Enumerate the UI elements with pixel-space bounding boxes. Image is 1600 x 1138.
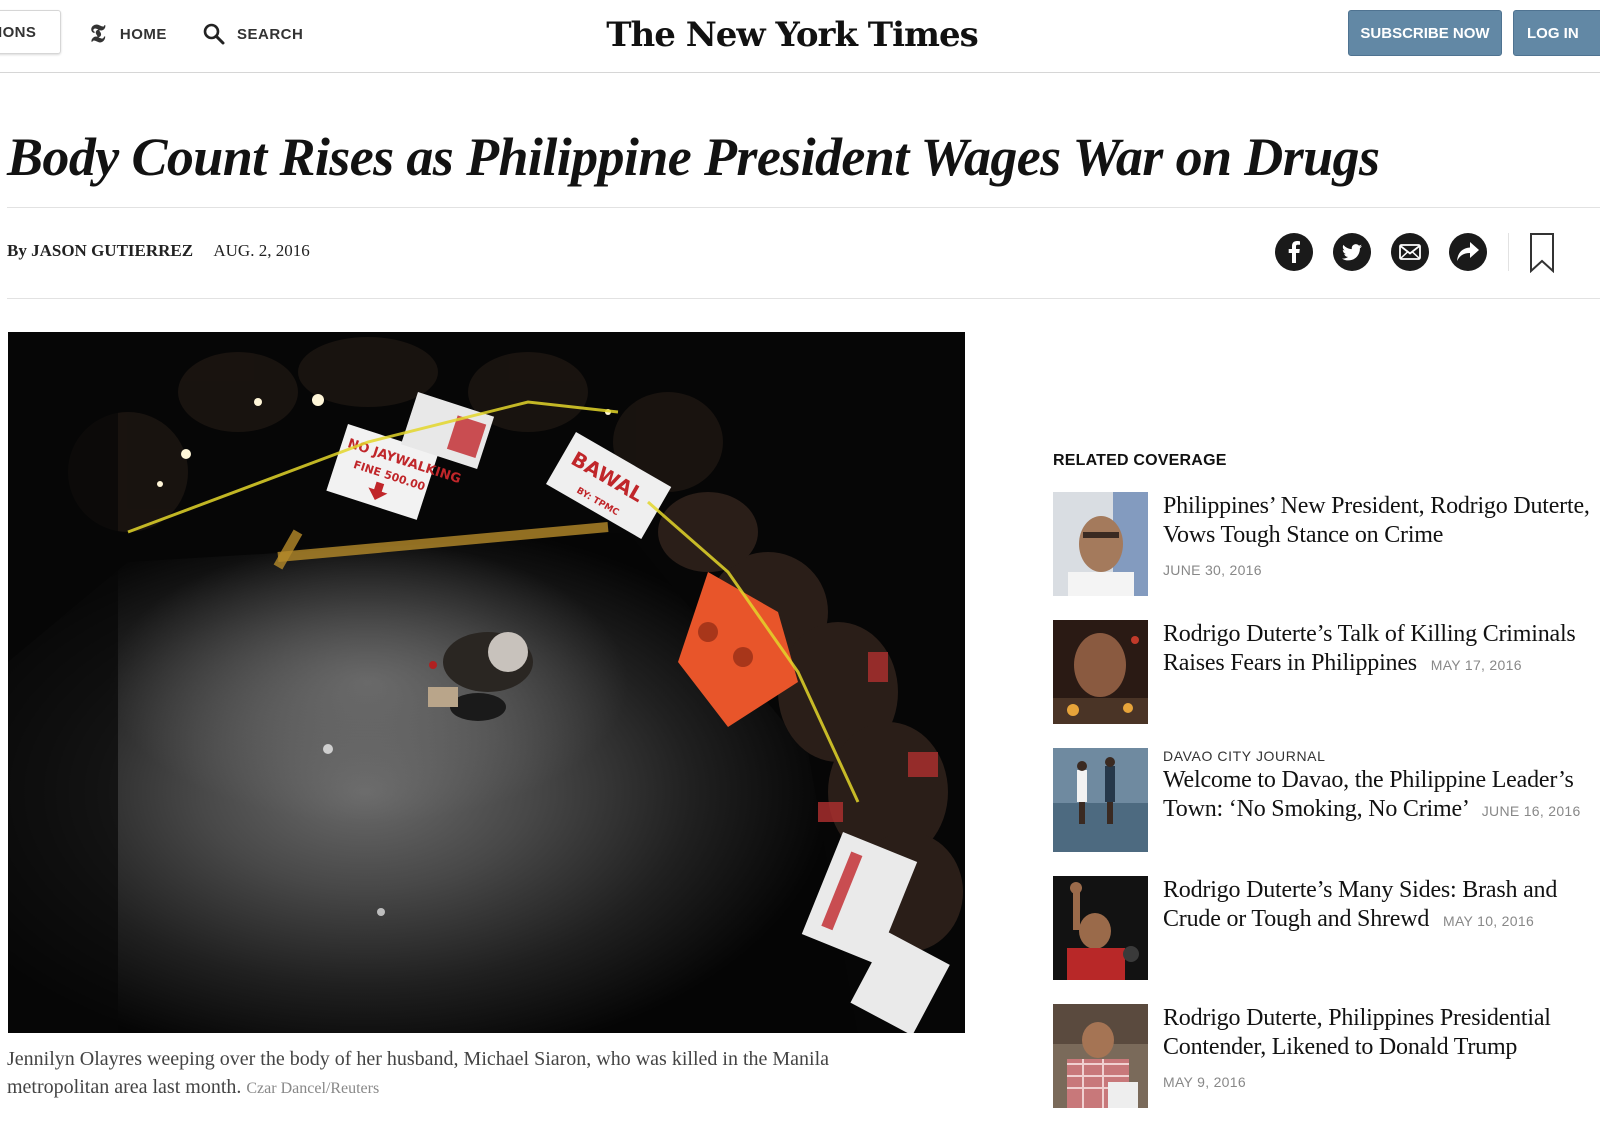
top-bar: IONS 𝕿 HOME SEARCH The New York Times SU… xyxy=(0,0,1600,73)
related-thumbnail[interactable] xyxy=(1053,492,1148,596)
related-date: JUNE 30, 2016 xyxy=(1163,562,1262,578)
byline: By JASON GUTIERREZ AUG. 2, 2016 xyxy=(7,241,310,261)
email-share-button[interactable] xyxy=(1391,233,1429,271)
related-item[interactable]: Rodrigo Duterte’s Many Sides: Brash and … xyxy=(1053,876,1600,982)
more-share-button[interactable] xyxy=(1449,233,1487,271)
related-kicker: DAVAO CITY JOURNAL xyxy=(1163,748,1326,764)
related-item[interactable]: Philippines’ New President, Rodrigo Dute… xyxy=(1053,492,1600,598)
subscribe-button[interactable]: SUBSCRIBE NOW xyxy=(1348,10,1502,56)
divider xyxy=(7,298,1600,299)
twitter-icon xyxy=(1342,243,1362,260)
related-date: MAY 10, 2016 xyxy=(1443,913,1535,929)
twitter-share-button[interactable] xyxy=(1333,233,1371,271)
nyt-t-logo-icon: 𝕿 xyxy=(90,20,106,48)
related-thumbnail[interactable] xyxy=(1053,748,1148,852)
nyt-masthead-logo[interactable]: The New York Times xyxy=(560,8,1024,62)
related-date: MAY 9, 2016 xyxy=(1163,1074,1246,1090)
share-divider xyxy=(1508,233,1509,271)
sections-button[interactable]: IONS xyxy=(0,10,61,54)
related-item[interactable]: Rodrigo Duterte’s Talk of Killing Crimin… xyxy=(1053,620,1600,726)
home-label: HOME xyxy=(119,25,167,43)
facebook-share-button[interactable] xyxy=(1275,233,1313,271)
related-thumbnail[interactable] xyxy=(1053,876,1148,980)
publish-date: AUG. 2, 2016 xyxy=(213,241,310,260)
author-byline: By JASON GUTIERREZ xyxy=(7,241,194,260)
photo-credit: Czar Dancel/Reuters xyxy=(246,1080,380,1097)
search-icon xyxy=(203,23,225,45)
divider xyxy=(7,207,1600,208)
caption-text: Jennilyn Olayres weeping over the body o… xyxy=(7,1048,830,1098)
related-item[interactable]: Rodrigo Duterte, Philippines Presidentia… xyxy=(1053,1004,1600,1110)
facebook-icon xyxy=(1288,241,1300,263)
lead-photo[interactable]: NO JAYWALKING FINE 500.00 BAWAL BY: TPMC xyxy=(8,332,965,1033)
related-thumbnail[interactable] xyxy=(1053,1004,1148,1108)
related-date: JUNE 16, 2016 xyxy=(1481,803,1581,819)
related-coverage-heading: RELATED COVERAGE xyxy=(1053,452,1227,469)
login-button[interactable]: LOG IN xyxy=(1513,10,1600,56)
related-date: MAY 17, 2016 xyxy=(1430,657,1522,673)
search-label: SEARCH xyxy=(237,25,304,43)
search-link[interactable]: SEARCH xyxy=(203,20,303,48)
related-title[interactable]: Philippines’ New President, Rodrigo Dute… xyxy=(1163,493,1590,548)
photo-caption: Jennilyn Olayres weeping over the body o… xyxy=(7,1045,907,1103)
related-title[interactable]: Rodrigo Duterte, Philippines Presidentia… xyxy=(1163,1005,1551,1060)
bookmark-icon[interactable] xyxy=(1529,233,1555,273)
home-link[interactable]: 𝕿 HOME xyxy=(90,20,167,48)
email-icon xyxy=(1399,244,1421,260)
crime-scene-photo: NO JAYWALKING FINE 500.00 BAWAL BY: TPMC xyxy=(8,332,965,1033)
related-item[interactable]: DAVAO CITY JOURNAL Welcome to Davao, the… xyxy=(1053,748,1600,854)
article-headline: Body Count Rises as Philippine President… xyxy=(7,127,1380,187)
related-thumbnail[interactable] xyxy=(1053,620,1148,724)
share-icon xyxy=(1457,242,1479,261)
